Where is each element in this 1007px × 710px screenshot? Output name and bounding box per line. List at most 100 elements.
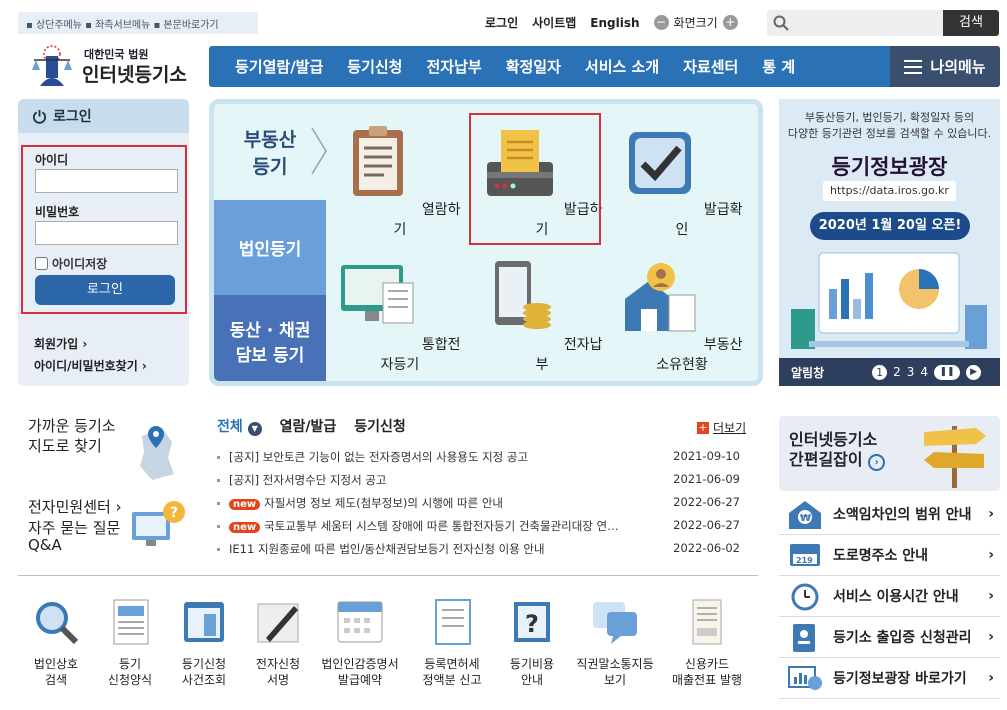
tab-movable-property[interactable]: 동산 · 채권 담보 등기: [214, 295, 326, 381]
list-item[interactable]: new 자필서명 정보 제도(첨부정보)의 시행에 따른 안내 2022-06-27: [217, 492, 740, 515]
quick-link-card-receipt[interactable]: 신용카드 매출전표 발행: [664, 598, 750, 688]
new-badge: new: [229, 499, 261, 510]
link-road-address[interactable]: 219 도로명주소 안내 ›: [779, 535, 1000, 576]
issue-highlight: [469, 113, 601, 245]
sitemap-link[interactable]: 사이트맵: [532, 14, 576, 31]
svg-text:219: 219: [796, 556, 813, 565]
quick-link-fee-guide[interactable]: ? 등기비용 안내: [495, 598, 569, 688]
quick-link-case-lookup[interactable]: 등기신청 사건조회: [167, 598, 241, 688]
data-plaza-banner[interactable]: 부동산등기, 법인등기, 확정일자 등의 다양한 등기관련 정보를 검색할 수 …: [779, 99, 1000, 386]
link-access-card[interactable]: 등기소 출입증 신청관리 ›: [779, 617, 1000, 658]
link-service-hours[interactable]: 서비스 이용시간 안내 ›: [779, 576, 1000, 617]
save-id-label: 아이디저장: [52, 257, 108, 271]
quick-link-license-tax[interactable]: 등록면허세 정액분 신고: [412, 598, 492, 688]
tab-all[interactable]: 전체 ▼: [217, 416, 262, 436]
zoom-out-icon[interactable]: −: [653, 15, 669, 30]
integrated-e-registry-item[interactable]: 통합전자등기: [336, 259, 464, 374]
nav-item-view-issue[interactable]: 등기열람/발급: [223, 56, 335, 77]
alarm-clock-icon: [791, 583, 819, 611]
tab-corporate[interactable]: 법인등기: [214, 200, 326, 295]
zoom-label: 화면크기: [673, 16, 718, 30]
skip-links[interactable]: ▪ 상단주메뉴 ▪ 좌측서브메뉴 ▪ 본문바로가기: [18, 12, 258, 34]
plus-icon: +: [697, 420, 709, 434]
password-field[interactable]: [35, 221, 178, 245]
easy-guide-banner[interactable]: 인터넷등기소 간편길잡이 ›: [779, 416, 1000, 491]
dashboard-illustration-icon: [791, 252, 987, 349]
real-estate-ownership-item[interactable]: 부동산소유현황: [618, 259, 746, 374]
search-button[interactable]: 검색: [943, 10, 999, 36]
svg-text:?: ?: [170, 505, 178, 521]
my-menu-button[interactable]: 나의메뉴: [890, 46, 1000, 87]
main-nav: 등기열람/발급 등기신청 전자납부 확정일자 서비스 소개 자료센터 통 계 나…: [209, 46, 1000, 87]
list-item[interactable]: IE11 지원종료에 따른 법인/동산채권담보등기 전자신청 이용 안내 2022…: [217, 538, 740, 561]
nav-item-data-center[interactable]: 자료센터: [671, 56, 750, 77]
notice-list: [공지] 보안토큰 기능이 없는 전자증명서의 사용용도 지정 공고 2021-0…: [217, 446, 740, 561]
banner-url: https://data.iros.go.kr: [823, 181, 956, 201]
quick-link-forms[interactable]: 등기 신청양식: [93, 598, 167, 688]
nav-item-fixed-date[interactable]: 확정일자: [494, 56, 573, 77]
receipt-icon: [692, 599, 722, 645]
link-data-plaza[interactable]: 등기정보광장 바로가기 ›: [779, 658, 1000, 699]
more-label: 더보기: [713, 421, 747, 435]
banner-page-1[interactable]: 1: [872, 364, 888, 380]
zoom-control: − 화면크기 +: [653, 14, 738, 31]
tab-application[interactable]: 등기신청: [354, 416, 406, 436]
view-item[interactable]: 열람하기: [336, 124, 464, 239]
nav-item-statistics[interactable]: 통 계: [750, 56, 807, 77]
save-id-checkbox[interactable]: 아이디저장: [35, 255, 107, 272]
nav-item-application[interactable]: 등기신청: [335, 56, 414, 77]
quick-link-seal-certificate[interactable]: 법인인감증명서 발급예약: [315, 598, 405, 688]
issue-check-item[interactable]: 발급확인: [618, 124, 746, 239]
document-view-icon: [353, 126, 404, 196]
quick-link-e-sign[interactable]: 전자신청 서명: [241, 598, 315, 688]
question-monitor-icon: ?: [132, 501, 185, 546]
find-office-label: 가까운 등기소 지도로 찾기: [28, 417, 116, 455]
nav-item-service-intro[interactable]: 서비스 소개: [573, 56, 671, 77]
password-label: 비밀번호: [35, 205, 80, 219]
login-button[interactable]: 로그인: [35, 275, 175, 305]
banner-page-2[interactable]: 2: [893, 365, 901, 379]
faq-link[interactable]: 자주 묻는 질문 Q&A: [28, 520, 120, 554]
next-icon[interactable]: ▶: [966, 364, 982, 380]
zoom-in-icon[interactable]: +: [722, 15, 738, 30]
id-label: 아이디: [35, 153, 69, 167]
id-field[interactable]: [35, 169, 178, 193]
my-menu-label: 나의메뉴: [930, 58, 986, 76]
save-id-check[interactable]: [35, 257, 48, 270]
list-item[interactable]: [공지] 보안토큰 기능이 없는 전자증명서의 사용용도 지정 공고 2021-0…: [217, 446, 740, 469]
more-link[interactable]: + 더보기: [697, 419, 746, 436]
monitor-document-icon: [341, 265, 414, 324]
find-id-password-link[interactable]: 아이디/비밀번호찾기 ›: [34, 357, 147, 374]
link-small-tenant[interactable]: ₩ 소액임차인의 범위 안내 ›: [779, 494, 1000, 535]
english-link[interactable]: English: [590, 16, 639, 30]
search-input[interactable]: [793, 13, 941, 33]
login-link[interactable]: 로그인: [485, 14, 518, 31]
pause-icon[interactable]: ❚❚: [934, 364, 961, 380]
banner-page-4[interactable]: 4: [920, 365, 928, 379]
house-person-icon: [625, 263, 696, 332]
power-icon: [32, 109, 47, 124]
divider: [18, 575, 758, 576]
quick-link-corp-name-search[interactable]: 법인상호 검색: [19, 598, 93, 688]
real-estate-ownership-label: 부동산소유현황: [656, 337, 743, 373]
e-payment-item[interactable]: 전자납부: [478, 259, 606, 374]
list-item[interactable]: new 국토교통부 세움터 시스템 장애에 따른 통합전자등기 건축물관리대장 연…: [217, 515, 740, 538]
banner-page-3[interactable]: 3: [907, 365, 915, 379]
address-sign-icon: 219: [790, 544, 820, 566]
e-payment-label: 전자납부: [535, 337, 603, 373]
phone-coins-icon: [495, 261, 552, 329]
e-civil-center-link[interactable]: 전자민원센터 ›: [28, 496, 122, 517]
list-item[interactable]: [공지] 전자서명수단 지정서 공고 2021-06-09: [217, 469, 740, 492]
search-box: 검색: [767, 10, 999, 36]
tab-view-issue[interactable]: 열람/발급: [280, 416, 337, 436]
integrated-e-registry-label: 통합전자등기: [380, 337, 461, 373]
new-badge: new: [229, 522, 261, 533]
nav-item-e-payment[interactable]: 전자납부: [414, 56, 493, 77]
circle-arrow-icon: ›: [868, 454, 886, 471]
quick-link-cancellation-notice[interactable]: 직권말소통지등 보기: [570, 598, 660, 688]
site-logo[interactable]: 대한민국 법원 인터넷등기소: [22, 40, 202, 90]
find-office-link[interactable]: 가까운 등기소 지도로 찾기: [28, 416, 116, 456]
checkmark-icon: [629, 132, 692, 194]
court-emblem-icon: [32, 45, 72, 86]
join-link[interactable]: 회원가입 ›: [34, 335, 87, 352]
